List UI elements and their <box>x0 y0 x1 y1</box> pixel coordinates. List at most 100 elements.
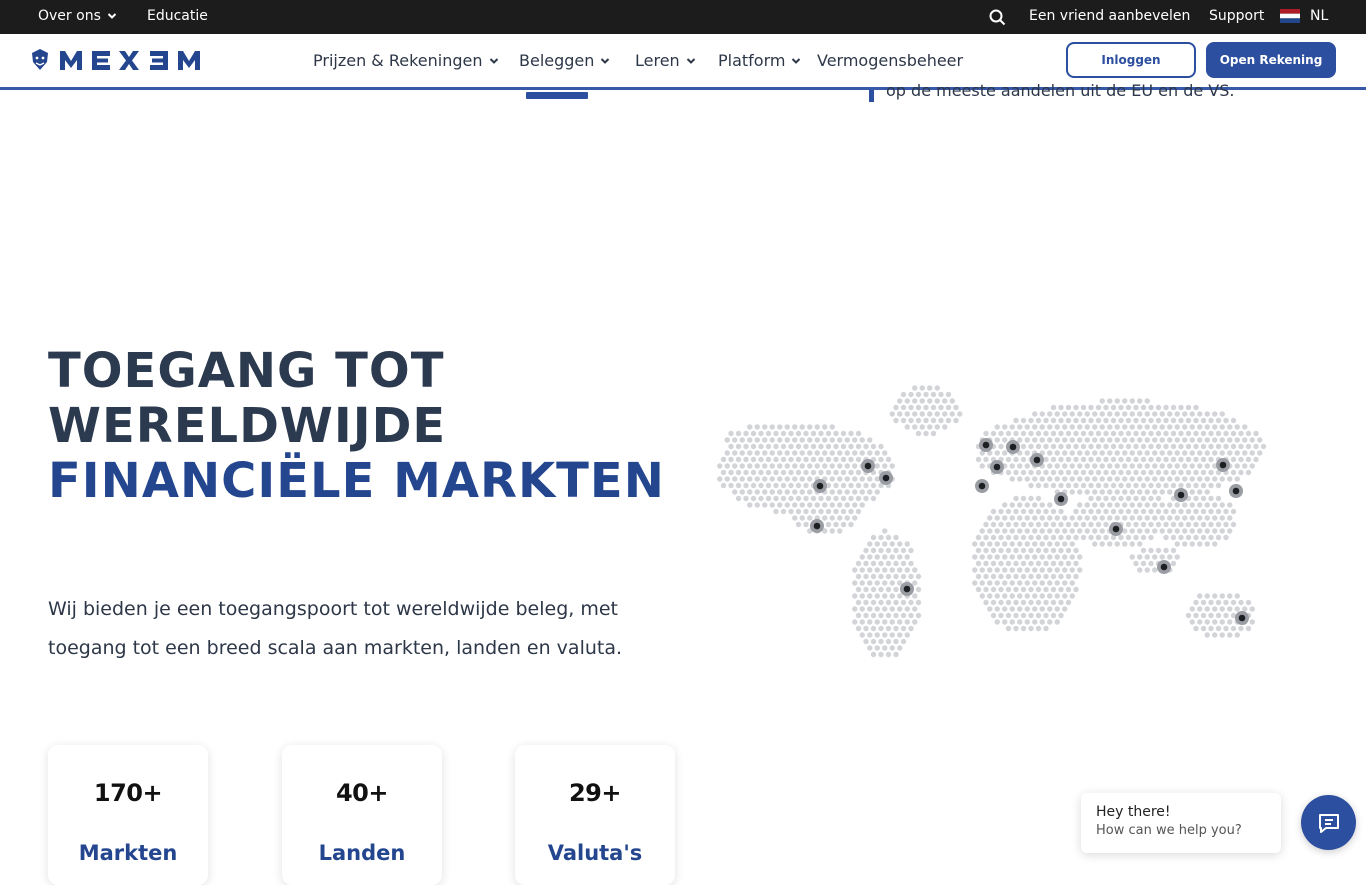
refer-friend-link[interactable]: Een vriend aanbevelen <box>1029 8 1190 24</box>
map-dot <box>1073 534 1079 541</box>
map-dot <box>1103 534 1109 541</box>
map-dot <box>1125 534 1132 541</box>
map-dot <box>1099 450 1105 456</box>
map-dot <box>1152 450 1158 456</box>
map-dot <box>900 573 907 580</box>
map-dot <box>1080 456 1087 463</box>
brand-wordmark <box>60 51 200 70</box>
map-dot <box>870 612 877 619</box>
chat-launcher-button[interactable] <box>1301 795 1356 850</box>
map-dot <box>1152 476 1158 482</box>
map-dot <box>1062 528 1068 534</box>
map-dot <box>1065 482 1072 489</box>
map-dot <box>874 632 880 638</box>
chat-greeting-bubble[interactable]: Hey there! How can we help you? <box>1081 793 1281 853</box>
map-dot <box>1095 495 1102 502</box>
support-link[interactable]: Support <box>1209 8 1264 24</box>
map-dot <box>1197 515 1203 521</box>
map-dot <box>1043 521 1049 528</box>
map-dot <box>758 495 764 502</box>
map-dot <box>994 437 1000 443</box>
language-selector[interactable]: NL <box>1280 8 1328 24</box>
map-dot <box>904 606 910 612</box>
map-dot <box>1148 417 1154 424</box>
map-dot <box>975 573 982 580</box>
map-dot <box>1032 476 1038 482</box>
map-dot <box>1129 437 1135 443</box>
map-dot <box>979 580 985 586</box>
about-menu[interactable]: Over ons <box>38 8 117 24</box>
map-dot <box>1122 515 1128 521</box>
login-button[interactable]: Inloggen <box>1066 42 1196 78</box>
brand-logo[interactable] <box>30 48 204 72</box>
map-dot <box>870 495 877 502</box>
map-dot <box>1133 443 1139 450</box>
map-dot <box>795 482 802 489</box>
previous-section-text: op de meeste aandelen uit de EU en de VS… <box>886 78 1326 102</box>
map-dot <box>1103 508 1109 515</box>
map-dot <box>912 580 918 586</box>
search-button[interactable] <box>989 9 1006 26</box>
map-dot <box>1099 424 1105 430</box>
map-dot <box>1215 508 1222 515</box>
map-dot <box>1182 515 1188 521</box>
education-link[interactable]: Educatie <box>147 8 208 24</box>
map-dot <box>1200 482 1207 489</box>
map-dot <box>1047 450 1053 456</box>
map-dot <box>1249 606 1255 612</box>
map-dot <box>728 482 734 489</box>
map-dot <box>1009 463 1015 469</box>
map-dot <box>852 450 858 456</box>
map-dot <box>1163 482 1169 489</box>
map-dot <box>743 430 749 437</box>
map-dot <box>878 560 884 567</box>
map-dot <box>867 541 873 547</box>
map-dot <box>1050 456 1057 463</box>
map-dot <box>1043 430 1049 437</box>
nav-platform[interactable]: Platform <box>718 51 801 70</box>
hero-title-line-3: FINANCIËLE MARKTEN <box>48 453 665 509</box>
map-dot <box>1020 417 1027 424</box>
stat-label: Landen <box>318 841 406 865</box>
nav-invest[interactable]: Beleggen <box>519 51 610 70</box>
chevron-down-icon <box>686 57 695 64</box>
map-dot <box>1020 560 1027 567</box>
map-dot <box>1242 606 1248 612</box>
stat-card-countries: 40+ Landen <box>282 745 442 885</box>
map-dot <box>1148 560 1154 567</box>
nav-learn[interactable]: Leren <box>635 51 696 70</box>
map-dot <box>927 398 933 404</box>
map-dot <box>762 489 768 495</box>
map-dot <box>998 534 1004 541</box>
map-dot <box>1200 456 1207 463</box>
map-dot <box>1077 554 1083 560</box>
map-dot <box>1197 463 1203 469</box>
map-dot <box>882 463 888 469</box>
nav-wealth[interactable]: Vermogensbeheer <box>817 51 963 70</box>
open-account-button[interactable]: Open Rekening <box>1206 42 1336 78</box>
map-dot <box>1140 547 1147 554</box>
map-dot <box>904 567 910 573</box>
map-dot <box>900 391 907 398</box>
map-dot <box>990 560 997 567</box>
map-dot <box>885 651 892 658</box>
map-dot <box>833 456 839 463</box>
map-dot <box>1050 443 1057 450</box>
map-dot <box>840 443 847 450</box>
map-dot <box>1193 469 1199 476</box>
nav-pricing[interactable]: Prijzen & Rekeningen <box>313 51 499 70</box>
map-dot <box>1020 508 1027 515</box>
map-dot <box>1170 443 1177 450</box>
map-dot <box>1178 443 1184 450</box>
map-dot <box>732 489 738 495</box>
map-dot <box>1013 521 1019 528</box>
map-dot <box>1193 599 1199 606</box>
map-dot <box>908 560 914 567</box>
map-dot <box>983 430 989 437</box>
map-dot <box>1062 463 1068 469</box>
map-dot <box>863 599 869 606</box>
map-dot <box>1095 508 1102 515</box>
map-dot <box>1050 534 1057 541</box>
map-dot <box>927 385 933 391</box>
map-dot <box>848 469 854 476</box>
